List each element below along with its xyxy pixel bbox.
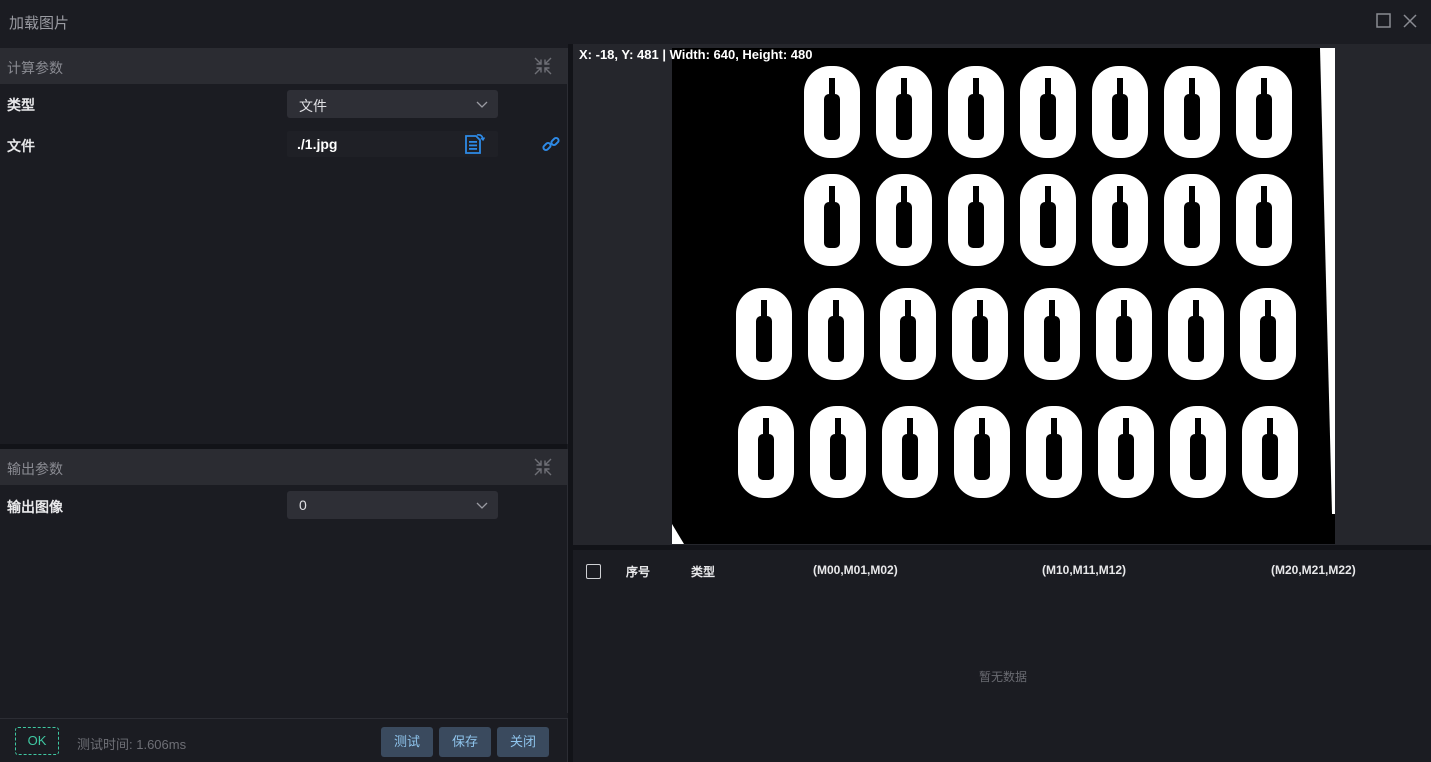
blob-shape [1164, 66, 1220, 158]
file-select-icon[interactable] [462, 132, 486, 156]
column-header: (M10,M11,M12) [1042, 563, 1127, 577]
cursor-coords: X: -18, Y: 481 | Width: 640, Height: 480 [579, 47, 813, 62]
chevron-down-icon [476, 101, 488, 108]
chevron-down-icon [476, 502, 488, 509]
output-image-value: 0 [299, 497, 307, 513]
blob-shape [1242, 406, 1298, 498]
image-viewer[interactable]: X: -18, Y: 481 | Width: 640, Height: 480 [573, 44, 1431, 545]
close-button[interactable]: 关闭 [497, 727, 549, 757]
column-header: 类型 [691, 565, 716, 579]
blob-shape [1020, 66, 1076, 158]
blob-shape [1236, 66, 1292, 158]
blob-shape [1098, 406, 1154, 498]
blob-shape [1026, 406, 1082, 498]
maximize-icon[interactable] [1374, 11, 1394, 31]
type-label: 类型 [7, 97, 35, 113]
type-select-value: 文件 [299, 98, 327, 114]
collapse-icon[interactable] [533, 56, 553, 76]
blob-shape [952, 288, 1008, 380]
blob-shape [880, 288, 936, 380]
title-bar: 加载图片 [0, 0, 1431, 44]
blob-shape [882, 406, 938, 498]
binary-image [672, 48, 1335, 544]
blob-shape [1024, 288, 1080, 380]
select-all-checkbox[interactable] [586, 564, 601, 579]
column-header: (M00,M01,M02) [813, 563, 898, 577]
column-header: 序号 [626, 565, 651, 579]
blob-shape [1168, 288, 1224, 380]
blob-shape [1236, 174, 1292, 266]
blob-shape [1096, 288, 1152, 380]
output-params-header: 输出参数 [0, 449, 567, 485]
save-button[interactable]: 保存 [439, 727, 491, 757]
empty-state: 暂无数据 [979, 670, 1028, 684]
blob-shape [948, 174, 1004, 266]
type-select[interactable]: 文件 [287, 90, 498, 118]
blob-shape [954, 406, 1010, 498]
footer-bar: OK 测试时间: 1.606ms 测试 保存 关闭 [0, 718, 568, 762]
blob-shape [1092, 66, 1148, 158]
calc-params-title: 计算参数 [7, 60, 63, 76]
output-image-select[interactable]: 0 [287, 491, 498, 519]
output-image-label: 输出图像 [7, 499, 63, 515]
file-label: 文件 [7, 138, 35, 154]
blob-shape [810, 406, 866, 498]
blob-shape [736, 288, 792, 380]
blob-shape [876, 174, 932, 266]
image-content [672, 48, 1335, 544]
blob-shape [876, 66, 932, 158]
link-icon[interactable] [541, 134, 561, 154]
test-button[interactable]: 测试 [381, 727, 433, 757]
blob-shape [804, 174, 860, 266]
blob-shape [738, 406, 794, 498]
output-params-title: 输出参数 [7, 461, 63, 477]
collapse-icon[interactable] [533, 457, 553, 477]
column-header: (M20,M21,M22) [1271, 563, 1356, 577]
blob-shape [1020, 174, 1076, 266]
window-title: 加载图片 [9, 15, 70, 32]
blob-shape [808, 288, 864, 380]
blob-shape [948, 66, 1004, 158]
close-icon[interactable] [1400, 11, 1420, 31]
test-time-text: 测试时间: 1.606ms [77, 737, 187, 752]
blob-shape [804, 66, 860, 158]
result-table: 序号 类型 (M00,M01,M02) (M10,M11,M12) (M20,M… [573, 550, 1431, 762]
calc-params-header: 计算参数 [0, 48, 567, 84]
blob-shape [1240, 288, 1296, 380]
file-path-value: ./1.jpg [297, 136, 338, 152]
output-params-panel: 输出参数 [0, 449, 568, 713]
blob-shape [1164, 174, 1220, 266]
table-header: 序号 类型 (M00,M01,M02) (M10,M11,M12) (M20,M… [573, 550, 1431, 590]
image-edge [1320, 48, 1335, 514]
blob-shape [1092, 174, 1148, 266]
image-corner [672, 524, 684, 544]
blob-shape [1170, 406, 1226, 498]
status-badge: OK [15, 727, 59, 755]
